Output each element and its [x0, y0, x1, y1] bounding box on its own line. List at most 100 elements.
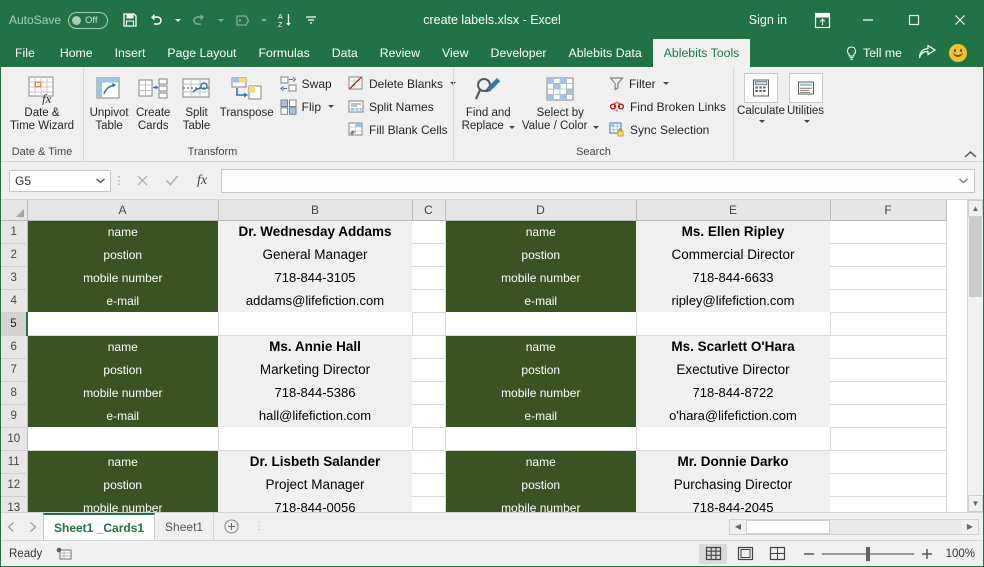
save-icon[interactable]: [118, 7, 142, 33]
zoom-out-icon[interactable]: [803, 548, 815, 560]
tell-me-box[interactable]: Tell me: [837, 45, 910, 61]
cell-D4[interactable]: e-mail: [445, 289, 636, 312]
sort-az-icon[interactable]: AZ: [273, 7, 297, 33]
cell-E5[interactable]: [636, 312, 831, 336]
cell-C11[interactable]: [412, 450, 446, 474]
tab-page-layout[interactable]: Page Layout: [156, 39, 247, 67]
cancel-icon[interactable]: [127, 170, 157, 192]
scroll-up-button[interactable]: ▲: [968, 200, 983, 217]
cell-B3[interactable]: 718-844-3105: [218, 266, 412, 289]
cell-C8[interactable]: [412, 381, 446, 405]
cell-B8[interactable]: 718-844-5386: [218, 381, 412, 404]
flip-button[interactable]: Flip: [276, 95, 338, 118]
find-replace-dropdown-caret[interactable]: [508, 126, 515, 129]
select-all-corner[interactable]: [1, 200, 28, 221]
scroll-down-button[interactable]: ▼: [968, 495, 983, 512]
name-box[interactable]: G5: [9, 169, 111, 192]
tab-insert[interactable]: Insert: [104, 39, 157, 67]
cell-C6[interactable]: [412, 335, 446, 359]
zoom-in-icon[interactable]: [921, 548, 933, 560]
tab-split-handle[interactable]: ⋮: [248, 521, 270, 532]
tab-developer[interactable]: Developer: [479, 39, 557, 67]
split-table-button[interactable]: Split Table: [175, 70, 217, 133]
cell-F13[interactable]: [830, 496, 947, 512]
cell-C7[interactable]: [412, 358, 446, 382]
enter-icon[interactable]: [157, 170, 187, 192]
tab-formulas[interactable]: Formulas: [247, 39, 320, 67]
next-sheet-icon[interactable]: [29, 521, 37, 532]
filter-dropdown-caret[interactable]: [662, 82, 669, 85]
cell-B11[interactable]: Dr. Lisbeth Salander: [218, 450, 412, 473]
select-by-dropdown-caret[interactable]: [592, 126, 599, 129]
undo-icon[interactable]: [144, 7, 168, 33]
cell-E3[interactable]: 718-844-6633: [636, 266, 830, 289]
cell-E4[interactable]: ripley@lifefiction.com: [636, 289, 830, 312]
cell-F9[interactable]: [830, 404, 947, 428]
cell-E7[interactable]: Exectutive Director: [636, 358, 830, 381]
sheet-tab-cards1[interactable]: Sheet1 _Cards1: [43, 513, 156, 540]
cell-E10[interactable]: [636, 427, 831, 451]
zoom-level-label[interactable]: 100%: [937, 548, 975, 560]
account-smiley-icon[interactable]: [949, 44, 967, 62]
cell-F3[interactable]: [830, 266, 947, 290]
touch-mode-dropdown[interactable]: [256, 7, 271, 33]
cell-A5[interactable]: [27, 312, 219, 336]
cell-D10[interactable]: [445, 427, 637, 451]
row-header-10[interactable]: 10: [1, 427, 28, 451]
cell-D11[interactable]: name: [445, 450, 636, 473]
cell-E11[interactable]: Mr. Donnie Darko: [636, 450, 830, 473]
cell-B9[interactable]: hall@lifefiction.com: [218, 404, 412, 427]
delete-blanks-button[interactable]: Delete Blanks: [344, 72, 460, 95]
cell-F10[interactable]: [830, 427, 947, 451]
expand-formula-bar-icon[interactable]: [959, 178, 968, 184]
cell-F4[interactable]: [830, 289, 947, 313]
cell-C3[interactable]: [412, 266, 446, 290]
redo-dropdown[interactable]: [213, 7, 228, 33]
row-header-4[interactable]: 4: [1, 289, 28, 313]
cell-D12[interactable]: postion: [445, 473, 636, 496]
redo-icon[interactable]: [187, 7, 211, 33]
autosave-toggle[interactable]: Off: [68, 11, 109, 29]
maximize-icon[interactable]: [891, 1, 937, 39]
undo-dropdown[interactable]: [170, 7, 185, 33]
select-by-value-color-button[interactable]: Select by Value / Color: [520, 70, 601, 133]
cell-B6[interactable]: Ms. Annie Hall: [218, 335, 412, 358]
row-header-11[interactable]: 11: [1, 450, 28, 474]
transpose-button[interactable]: Transpose: [218, 70, 276, 120]
cell-C12[interactable]: [412, 473, 446, 497]
cell-B13[interactable]: 718-844-0056: [218, 496, 412, 512]
page-break-preview-button[interactable]: [763, 544, 791, 564]
add-sheet-icon[interactable]: [214, 513, 248, 540]
cell-C13[interactable]: [412, 496, 446, 512]
filter-button[interactable]: Filter: [605, 72, 730, 95]
cell-A11[interactable]: name: [27, 450, 218, 473]
cell-D9[interactable]: e-mail: [445, 404, 636, 427]
cell-A3[interactable]: mobile number: [27, 266, 218, 289]
swap-button[interactable]: Swap: [276, 72, 338, 95]
touch-mode-icon[interactable]: [230, 7, 254, 33]
split-names-button[interactable]: Split Names: [344, 95, 460, 118]
tab-ablebits-tools[interactable]: Ablebits Tools: [652, 39, 751, 67]
ribbon-display-options-icon[interactable]: [799, 1, 845, 39]
cell-B2[interactable]: General Manager: [218, 243, 412, 266]
chevron-down-icon[interactable]: [96, 178, 105, 184]
sheet-tab-sheet1[interactable]: Sheet1: [155, 513, 215, 540]
create-cards-button[interactable]: Create Cards: [131, 70, 175, 133]
cell-A6[interactable]: name: [27, 335, 218, 358]
zoom-thumb[interactable]: [866, 546, 870, 561]
cell-A13[interactable]: mobile number: [27, 496, 218, 512]
autosave-control[interactable]: AutoSave Off: [9, 11, 109, 29]
calculate-dropdown-caret[interactable]: [759, 120, 765, 123]
sign-in-button[interactable]: Sign in: [737, 13, 799, 27]
cell-D2[interactable]: postion: [445, 243, 636, 266]
cell-B5[interactable]: [218, 312, 413, 336]
worksheet-scroll-region[interactable]: A B C D E F 1 name Dr. Wednesday Addams nam…: [1, 200, 967, 512]
row-header-12[interactable]: 12: [1, 473, 28, 497]
cell-C2[interactable]: [412, 243, 446, 267]
page-layout-view-button[interactable]: [731, 544, 759, 564]
cell-D3[interactable]: mobile number: [445, 266, 636, 289]
record-macro-icon[interactable]: [56, 547, 72, 561]
cell-D7[interactable]: postion: [445, 358, 636, 381]
normal-view-button[interactable]: [699, 543, 727, 564]
cell-E2[interactable]: Commercial Director: [636, 243, 830, 266]
